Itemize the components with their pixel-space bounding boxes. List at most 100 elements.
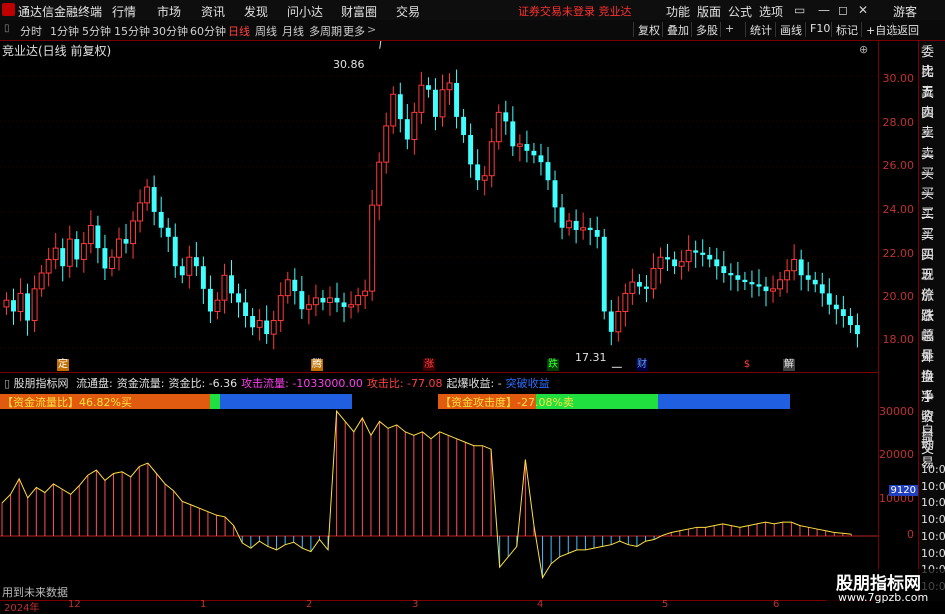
axis-label: 22.00 xyxy=(882,247,915,260)
menu-banmian[interactable]: 版面 xyxy=(697,3,721,20)
period-toolbar: ▯ 分时 1分钟 5分钟 15分钟 30分钟 60分钟 日线 周线 月线 多周期… xyxy=(0,20,945,41)
event-marker[interactable]: $ xyxy=(741,359,753,371)
menu-shichang[interactable]: 市场 xyxy=(157,3,181,20)
mark-button[interactable]: 标记 xyxy=(831,22,858,37)
event-marker[interactable]: 腾 xyxy=(311,359,323,371)
event-marker[interactable]: 解 xyxy=(783,359,795,371)
candle xyxy=(158,211,164,228)
menu-xuanxiang[interactable]: 选项 xyxy=(759,3,783,20)
candle xyxy=(137,202,144,222)
period-weekly[interactable]: 周线 xyxy=(255,23,277,39)
login-status[interactable]: 证券交易未登录 竞业达 xyxy=(518,3,632,19)
candle xyxy=(200,266,206,289)
chevron-right-icon[interactable]: > xyxy=(367,23,376,36)
candle xyxy=(784,270,791,281)
event-marker[interactable]: 财 xyxy=(636,359,648,371)
candle xyxy=(791,258,798,272)
close-icon[interactable]: ✕ xyxy=(858,3,868,17)
period-1min[interactable]: 1分钟 xyxy=(50,23,79,39)
side-panel-item[interactable]: 10:05 xyxy=(921,530,945,544)
event-marker[interactable]: 涨 xyxy=(423,359,435,371)
candle xyxy=(481,175,488,181)
high-marker-line xyxy=(379,41,382,49)
period-monthly[interactable]: 月线 xyxy=(282,23,304,39)
price-chart[interactable]: 竞业达(日线 前复权) ⊕ 30.86 17.31 定 腾 涨 跌 财 $ 解 xyxy=(0,41,878,371)
multi-stock-add-icon[interactable]: + xyxy=(720,22,734,37)
candle xyxy=(812,279,818,285)
candle xyxy=(390,93,397,127)
statistics-button[interactable]: 统计 xyxy=(745,22,772,37)
period-5min[interactable]: 5分钟 xyxy=(82,23,111,39)
date-label: 5 xyxy=(662,599,669,610)
candle xyxy=(229,275,234,294)
menu-wenxiaoda[interactable]: 问小达 xyxy=(287,3,323,20)
menu-gongneng[interactable]: 功能 xyxy=(666,3,690,20)
guest-login[interactable]: 游客 xyxy=(893,3,917,20)
candle xyxy=(608,311,614,332)
histogram-svg xyxy=(0,409,878,580)
period-multi[interactable]: 多周期 xyxy=(309,23,342,39)
period-more[interactable]: 更多 xyxy=(343,23,365,39)
high-price-label: 30.86 xyxy=(333,58,365,71)
period-30min[interactable]: 30分钟 xyxy=(152,23,188,39)
minimize-icon[interactable]: — xyxy=(818,3,830,17)
sub-axis-label: 20000 xyxy=(879,448,914,461)
date-label: 2024年 xyxy=(4,603,40,614)
title-bar: 通达信金融终端 行情 市场 资讯 发现 问小达 财富圈 交易 证券交易未登录 竞… xyxy=(0,0,945,21)
restore-layout-icon[interactable]: ▭ xyxy=(794,3,805,17)
candle xyxy=(52,247,59,260)
menu-jiaoyi[interactable]: 交易 xyxy=(396,3,420,20)
side-panel-item[interactable]: 10:05 xyxy=(921,496,945,510)
candle xyxy=(559,207,565,228)
overlay-button[interactable]: 叠加 xyxy=(662,22,689,37)
maximize-icon[interactable]: ◻ xyxy=(838,3,848,17)
axis-label: 20.00 xyxy=(882,290,915,303)
indicator-chart[interactable]: ▯ 股朋指标网 流通盘: 资金流量: 资金比: -6.36 攻击流量: -103300… xyxy=(0,372,878,603)
side-panel-item[interactable]: 10:05 xyxy=(921,463,945,477)
candle xyxy=(11,300,16,312)
event-marker[interactable]: 跌 xyxy=(547,359,559,371)
candle xyxy=(433,89,438,117)
menu-zixun[interactable]: 资讯 xyxy=(201,3,225,20)
candle xyxy=(130,220,137,245)
candle xyxy=(102,248,108,269)
period-15min[interactable]: 15分钟 xyxy=(114,23,150,39)
candle xyxy=(854,325,860,335)
candle xyxy=(756,284,762,287)
candle xyxy=(545,162,551,181)
restore-rights-button[interactable]: 复权 xyxy=(633,22,660,37)
candle xyxy=(833,304,839,310)
low-price-label: 17.31 xyxy=(575,351,607,364)
candle xyxy=(629,281,636,294)
candle xyxy=(243,302,249,317)
candle xyxy=(341,302,347,307)
candle xyxy=(615,310,622,333)
date-label: 3 xyxy=(412,599,419,610)
candle xyxy=(587,227,593,231)
f10-button[interactable]: F10 xyxy=(805,22,830,37)
candlestick-svg xyxy=(0,41,878,368)
side-panel-item[interactable]: 10:05 xyxy=(921,480,945,494)
period-60min[interactable]: 60分钟 xyxy=(190,23,226,39)
candle xyxy=(714,259,720,267)
menu-gongshi[interactable]: 公式 xyxy=(728,3,752,20)
menu-faxian[interactable]: 发现 xyxy=(244,3,268,20)
menu-hangqing[interactable]: 行情 xyxy=(112,3,136,20)
candle xyxy=(172,236,178,267)
draw-line-button[interactable]: 画线 xyxy=(775,22,802,37)
menu-caifuquan[interactable]: 财富圈 xyxy=(341,3,377,20)
multi-stock-button[interactable]: 多股 xyxy=(691,22,718,37)
period-daily[interactable]: 日线 xyxy=(228,23,250,39)
axis-label: 18.00 xyxy=(882,333,915,346)
candle xyxy=(516,143,523,147)
period-fenshi[interactable]: 分时 xyxy=(20,23,42,39)
candle xyxy=(798,259,804,276)
candle xyxy=(418,84,425,113)
candle xyxy=(74,239,80,260)
event-marker[interactable]: 定 xyxy=(57,359,69,371)
collapse-icon[interactable]: ▯ xyxy=(4,23,10,34)
side-panel-item[interactable]: 10:05 xyxy=(921,547,945,561)
back-button[interactable]: 返回 xyxy=(892,22,919,37)
candle xyxy=(552,180,558,208)
side-panel-item[interactable]: 10:05 xyxy=(921,513,945,527)
